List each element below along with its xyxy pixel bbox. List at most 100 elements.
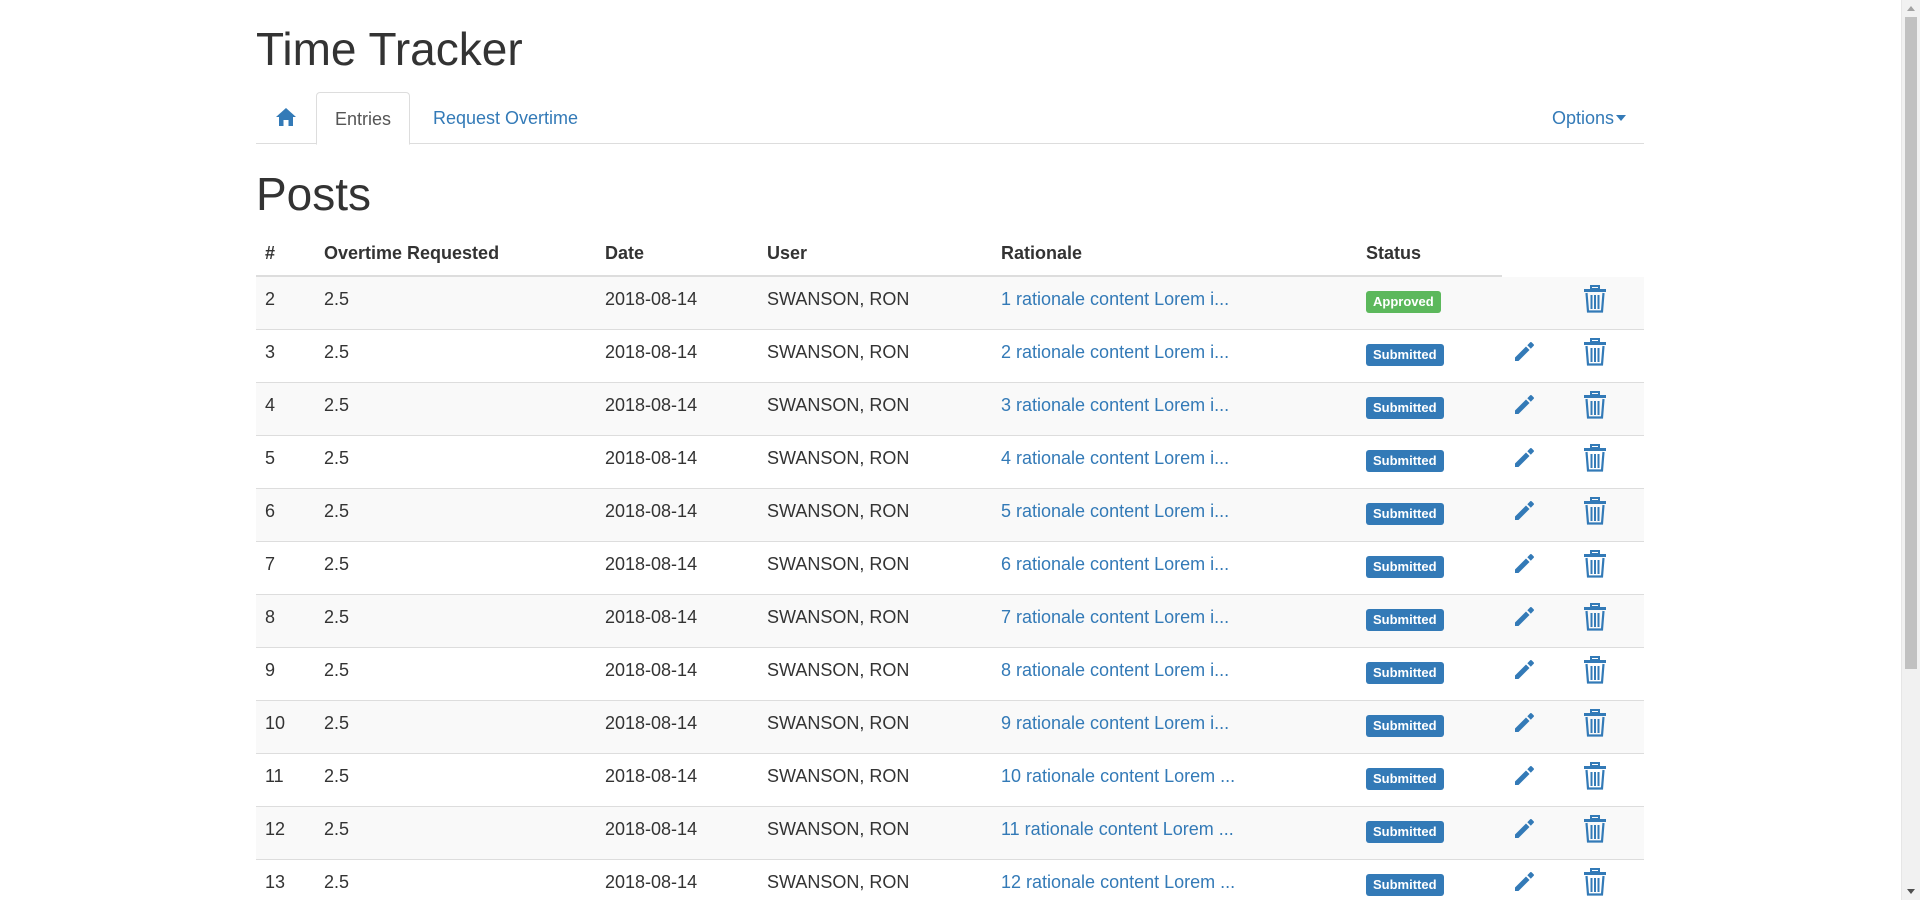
pencil-icon — [1511, 395, 1537, 422]
cell-overtime: 2.5 — [324, 660, 350, 680]
cell-number: 11 — [265, 766, 284, 786]
cell-number: 9 — [265, 660, 276, 680]
trash-icon — [1583, 815, 1607, 847]
rationale-link[interactable]: 2 rationale content Lorem i... — [1001, 330, 1229, 374]
table-row: 7 2.5 2018-08-14 SWANSON, RON 6 rationale co… — [256, 542, 1644, 595]
status-cell: Submitted — [1366, 820, 1444, 843]
status-cell: Approved — [1366, 290, 1441, 313]
pencil-icon — [1511, 819, 1537, 846]
pencil-icon — [1511, 607, 1537, 634]
status-badge: Submitted — [1366, 821, 1444, 843]
trash-icon — [1583, 285, 1607, 317]
status-cell: Submitted — [1366, 396, 1444, 419]
header-rationale: Rationale — [1001, 243, 1083, 263]
delete-button[interactable] — [1583, 391, 1607, 424]
trash-icon — [1583, 868, 1607, 900]
edit-button[interactable] — [1511, 657, 1537, 688]
rationale-link[interactable]: 8 rationale content Lorem i... — [1001, 648, 1229, 692]
status-badge: Submitted — [1366, 556, 1444, 578]
delete-button[interactable] — [1583, 497, 1607, 530]
edit-button[interactable] — [1511, 816, 1537, 847]
trash-icon — [1583, 444, 1607, 476]
cell-number: 7 — [265, 554, 276, 574]
status-badge: Submitted — [1366, 715, 1444, 737]
app-title: Time Tracker — [256, 23, 523, 75]
posts-table: # Overtime Requested Date User Rationale… — [256, 234, 1644, 900]
table-row: 10 2.5 2018-08-14 SWANSON, RON 9 rationale c… — [256, 701, 1644, 754]
delete-button[interactable] — [1583, 656, 1607, 689]
table-row: 4 2.5 2018-08-14 SWANSON, RON 3 rationale co… — [256, 383, 1644, 436]
cell-overtime: 2.5 — [324, 342, 350, 362]
edit-button[interactable] — [1511, 763, 1537, 794]
cell-number: 3 — [265, 342, 276, 362]
cell-date: 2018-08-14 — [605, 660, 698, 680]
cell-user: SWANSON, RON — [767, 501, 910, 521]
rationale-link[interactable]: 4 rationale content Lorem i... — [1001, 436, 1229, 480]
scroll-up-arrow-icon[interactable] — [1907, 6, 1915, 11]
cell-date: 2018-08-14 — [605, 501, 698, 521]
status-cell: Submitted — [1366, 502, 1444, 525]
cell-date: 2018-08-14 — [605, 448, 698, 468]
tab-request-overtime[interactable]: Request Overtime — [433, 92, 578, 144]
table-header: # Overtime Requested Date User Rationale… — [256, 234, 1644, 277]
trash-icon — [1583, 497, 1607, 529]
table-row: 6 2.5 2018-08-14 SWANSON, RON 5 rationale co… — [256, 489, 1644, 542]
pencil-icon — [1511, 766, 1537, 793]
caret-down-icon — [1616, 115, 1626, 122]
delete-button[interactable] — [1583, 815, 1607, 848]
pencil-icon — [1511, 501, 1537, 528]
cell-overtime: 2.5 — [324, 819, 350, 839]
cell-user: SWANSON, RON — [767, 448, 910, 468]
header-overtime-requested: Overtime Requested — [324, 243, 500, 263]
cell-overtime: 2.5 — [324, 872, 350, 892]
header-user: User — [767, 243, 808, 263]
status-badge: Submitted — [1366, 450, 1444, 472]
delete-button[interactable] — [1583, 444, 1607, 477]
edit-button[interactable] — [1511, 445, 1537, 476]
edit-button[interactable] — [1511, 710, 1537, 741]
delete-button[interactable] — [1583, 550, 1607, 583]
rationale-link[interactable]: 1 rationale content Lorem i... — [1001, 277, 1229, 321]
rationale-link[interactable]: 11 rationale content Lorem ... — [1001, 807, 1234, 851]
vertical-scrollbar[interactable] — [1901, 0, 1920, 900]
rationale-link[interactable]: 6 rationale content Lorem i... — [1001, 542, 1229, 586]
rationale-link[interactable]: 10 rationale content Lorem ... — [1001, 754, 1235, 798]
delete-button[interactable] — [1583, 709, 1607, 742]
tab-entries[interactable]: Entries — [316, 92, 410, 145]
edit-button[interactable] — [1511, 498, 1537, 529]
cell-user: SWANSON, RON — [767, 660, 910, 680]
cell-number: 6 — [265, 501, 276, 521]
rationale-link[interactable]: 7 rationale content Lorem i... — [1001, 595, 1229, 639]
cell-number: 10 — [265, 713, 286, 733]
pencil-icon — [1511, 660, 1537, 687]
trash-icon — [1583, 762, 1607, 794]
scroll-down-arrow-icon[interactable] — [1907, 889, 1915, 894]
edit-button[interactable] — [1511, 392, 1537, 423]
options-dropdown[interactable]: Options — [1552, 92, 1626, 144]
header-status: Status — [1366, 243, 1422, 263]
delete-button[interactable] — [1583, 762, 1607, 795]
rationale-link[interactable]: 9 rationale content Lorem i... — [1001, 701, 1229, 745]
delete-button[interactable] — [1583, 868, 1607, 900]
cell-overtime: 2.5 — [324, 501, 350, 521]
cell-overtime: 2.5 — [324, 713, 350, 733]
cell-user: SWANSON, RON — [767, 607, 910, 627]
delete-button[interactable] — [1583, 603, 1607, 636]
status-badge: Submitted — [1366, 874, 1444, 896]
nav-home[interactable] — [256, 92, 315, 144]
rationale-link[interactable]: 12 rationale content Lorem ... — [1001, 860, 1235, 900]
home-icon — [275, 108, 296, 127]
rationale-link[interactable]: 3 rationale content Lorem i... — [1001, 383, 1229, 427]
delete-button[interactable] — [1583, 285, 1607, 318]
edit-button[interactable] — [1511, 604, 1537, 635]
status-badge: Submitted — [1366, 662, 1444, 684]
options-label: Options — [1551, 108, 1614, 128]
edit-button[interactable] — [1511, 869, 1537, 900]
rationale-link[interactable]: 5 rationale content Lorem i... — [1001, 489, 1229, 533]
edit-button[interactable] — [1511, 339, 1537, 370]
edit-button[interactable] — [1511, 551, 1537, 582]
delete-button[interactable] — [1583, 338, 1607, 371]
scroll-thumb[interactable] — [1905, 17, 1917, 669]
cell-number: 12 — [265, 819, 286, 839]
pencil-icon — [1511, 554, 1537, 581]
